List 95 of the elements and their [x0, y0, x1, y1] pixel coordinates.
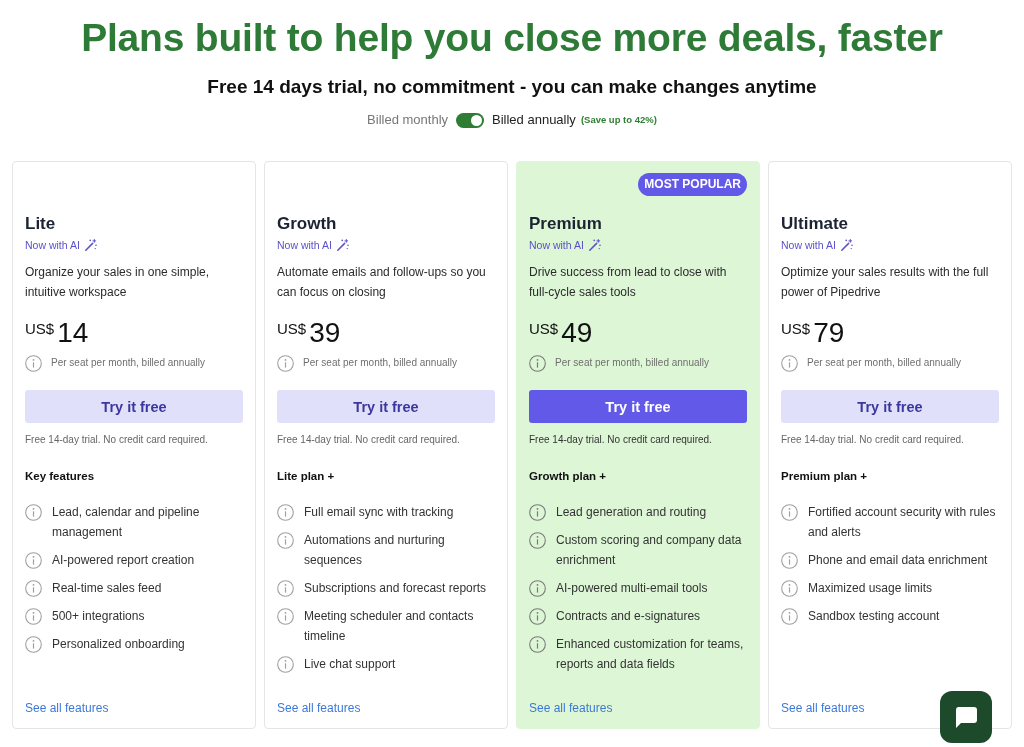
page-title: Plans built to help you close more deals, faster [80, 15, 944, 61]
currency-label: US$ [781, 319, 811, 339]
features-heading: Growth plan + [529, 469, 607, 484]
feature-text: 500+ integrations [52, 608, 145, 625]
trial-note: Free 14-day trial. No credit card required. [25, 433, 209, 447]
features-heading: Premium plan + [781, 469, 868, 484]
feature-text: Full email sync with tracking [304, 504, 454, 521]
feature-text: Contracts and e-signatures [556, 608, 701, 625]
info-icon [277, 607, 294, 625]
currency-label: US$ [277, 319, 307, 339]
info-icon [529, 579, 546, 597]
info-icon [25, 503, 42, 521]
plan-description: Automate emails and follow-ups so you can focus on closing [277, 264, 487, 301]
see-all-features-link[interactable]: See all features [529, 700, 613, 716]
price-amount: 49 [561, 316, 593, 350]
feature-text: AI-powered multi-email tools [556, 580, 708, 597]
currency-label: US$ [25, 319, 55, 339]
plan-description: Optimize your sales results with the full power of Pipedrive [781, 264, 990, 301]
info-icon [529, 607, 546, 625]
price-note: Per seat per month, billed annually [303, 356, 457, 370]
plan-description: Drive success from lead to close with full-cycle sales tools [529, 264, 728, 301]
plan-name: Growth [277, 213, 338, 235]
feature-text: AI-powered report creation [52, 552, 195, 569]
info-icon [25, 551, 42, 569]
feature-text: Automations and nurturing sequences [304, 532, 446, 569]
plan-name: Lite [25, 213, 57, 235]
info-icon [277, 579, 294, 597]
feature-text: Lead, calendar and pipeline management [52, 504, 201, 541]
feature-text: Real-time sales feed [52, 580, 162, 597]
see-all-features-link[interactable]: See all features [277, 700, 361, 716]
info-icon [781, 354, 798, 372]
info-icon [781, 579, 798, 597]
feature-text: Enhanced customization for teams, reports and data fields [556, 636, 745, 673]
info-icon [277, 503, 294, 521]
plan-name: Premium [529, 213, 603, 235]
price-note: Per seat per month, billed annually [51, 356, 205, 370]
price-note: Per seat per month, billed annually [555, 356, 709, 370]
info-icon [25, 579, 42, 597]
feature-text: Subscriptions and forecast reports [304, 580, 487, 597]
feature-text: Lead generation and routing [556, 504, 707, 521]
info-icon [277, 354, 294, 372]
price-amount: 14 [57, 316, 89, 350]
info-icon [781, 607, 798, 625]
info-icon [529, 635, 546, 653]
ai-label: Now with AI [277, 238, 332, 253]
see-all-features-link[interactable]: See all features [25, 700, 109, 716]
page-subtitle: Free 14 days trial, no commitment - you can make changes anytime [206, 75, 818, 99]
info-icon [25, 354, 42, 372]
price-amount: 79 [813, 316, 845, 350]
magic-wand-icon [588, 239, 601, 251]
trial-note: Free 14-day trial. No credit card required. [781, 433, 965, 447]
toggle-switch[interactable] [456, 112, 485, 128]
features-heading: Key features [25, 469, 96, 484]
price-amount: 39 [309, 316, 341, 350]
magic-wand-icon [336, 239, 349, 251]
try-free-button[interactable]: Try it free [781, 390, 999, 423]
feature-text: Custom scoring and company data enrichment [556, 532, 743, 569]
info-icon [529, 354, 546, 372]
chat-bubble-icon [954, 705, 978, 729]
feature-text: Fortified account security with rules and alerts [808, 504, 997, 541]
feature-text: Personalized onboarding [52, 636, 185, 653]
trial-note: Free 14-day trial. No credit card required. [529, 433, 713, 447]
trial-note: Free 14-day trial. No credit card required. [277, 433, 461, 447]
info-icon [25, 635, 42, 653]
feature-text: Meeting scheduler and contacts timeline [304, 608, 475, 645]
magic-wand-icon [840, 239, 853, 251]
plan-description: Organize your sales in one simple, intuitive workspace [25, 264, 211, 301]
feature-text: Live chat support [304, 656, 396, 673]
info-icon [529, 531, 546, 549]
info-icon [277, 655, 294, 673]
ai-label: Now with AI [25, 238, 80, 253]
feature-text: Sandbox testing account [808, 608, 940, 625]
features-heading: Lite plan + [277, 469, 336, 484]
billing-option-label: Billed monthly [367, 111, 449, 129]
ai-label: Now with AI [781, 238, 836, 253]
try-free-button[interactable]: Try it free [529, 390, 747, 423]
info-icon [25, 607, 42, 625]
billing-option-label: Billed annually [492, 111, 576, 129]
try-free-button[interactable]: Try it free [277, 390, 495, 423]
see-all-features-link[interactable]: See all features [781, 700, 865, 716]
try-free-button[interactable]: Try it free [25, 390, 243, 423]
feature-text: Maximized usage limits [808, 580, 933, 597]
currency-label: US$ [529, 319, 559, 339]
magic-wand-icon [84, 239, 97, 251]
plan-name: Ultimate [781, 213, 850, 235]
info-icon [781, 551, 798, 569]
info-icon [277, 531, 294, 549]
savings-note: (Save up to 42%) [580, 113, 657, 127]
chat-button[interactable] [940, 691, 992, 743]
popular-badge: MOST POPULAR [638, 173, 747, 196]
price-note: Per seat per month, billed annually [807, 356, 961, 370]
info-icon [781, 503, 798, 521]
info-icon [529, 503, 546, 521]
ai-label: Now with AI [529, 238, 584, 253]
feature-text: Phone and email data enrichment [808, 552, 988, 569]
